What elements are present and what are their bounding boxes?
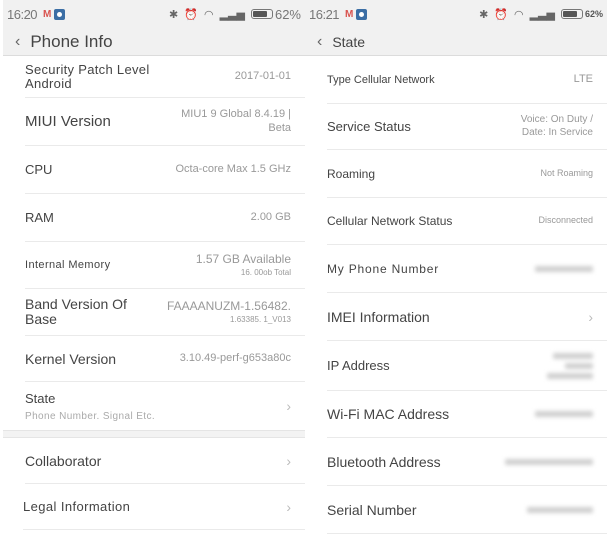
row-cellular-network-status: Cellular Network Status Disconnected	[327, 198, 607, 245]
row-kernel-version: Kernel Version 3.10.49-perf-g653a80c	[25, 336, 305, 382]
gmail-icon: M	[43, 8, 52, 20]
more-list: Collaborator › Legal Information ›	[3, 438, 305, 530]
row-label: Roaming	[327, 166, 376, 181]
row-roaming: Roaming Not Roaming	[327, 150, 607, 198]
page-title: Phone Info	[30, 31, 113, 51]
row-label: CPU	[25, 162, 53, 177]
state-screen: 16:21 M ✱ ⏰ ◠ ▂▃▅ 62% ‹ State Type Cellu…	[305, 0, 607, 539]
row-service-status: Service Status Voice: On Duty / Date: In …	[327, 104, 607, 150]
row-internal-memory: Internal Memory 1.57 GB Available 16. 00o…	[25, 242, 305, 289]
phone-info-screen: 16:20 M ✱ ⏰ ◠ ▂▃▅ 62% ‹ Phone Info Secur…	[3, 0, 305, 539]
row-serial-number: Serial Number	[327, 486, 607, 534]
row-label: Type Cellular Network	[327, 73, 435, 86]
row-label-group: State Phone Number. Signal Etc.	[25, 390, 155, 422]
redacted-value	[535, 265, 593, 272]
chevron-right-icon: ›	[286, 398, 291, 414]
redacted-value	[535, 411, 593, 417]
row-value: MIU1 9 Global 8.4.19 | Beta	[181, 107, 291, 134]
notification-app-icon	[356, 8, 368, 20]
row-label: Collaborator	[25, 452, 102, 469]
row-label: MIUI Version	[25, 113, 111, 130]
row-label: Band Version Of Base	[25, 295, 127, 327]
chevron-right-icon: ›	[588, 308, 593, 325]
notification-app-icon	[54, 8, 66, 20]
row-cpu: CPU Octa-core Max 1.5 GHz	[25, 146, 305, 194]
chevron-right-icon: ›	[286, 452, 291, 469]
row-label: Wi-Fi MAC Address	[327, 406, 450, 422]
alarm-icon: ⏰	[494, 8, 508, 21]
row-label: Serial Number	[327, 501, 417, 518]
row-imei-information[interactable]: IMEI Information ›	[327, 293, 607, 341]
row-value: 1.57 GB Available 16. 00ob Total	[195, 252, 291, 277]
battery-percent: 62%	[584, 9, 603, 19]
row-value: 3.10.49-perf-g653a80c	[179, 351, 291, 364]
bluetooth-icon: ✱	[479, 8, 489, 21]
row-label: IP Address	[327, 358, 390, 373]
row-cellular-network-type: Type Cellular Network LTE	[327, 56, 607, 104]
bluetooth-icon: ✱	[169, 8, 179, 21]
battery-percent: 62%	[274, 6, 301, 22]
row-ram: RAM 2.00 GB	[25, 194, 305, 242]
alarm-icon: ⏰	[184, 8, 198, 21]
row-security-patch: Security Patch Level Android 2017-01-01	[25, 56, 305, 98]
status-bar: 16:21 M ✱ ⏰ ◠ ▂▃▅ 62%	[305, 0, 607, 28]
row-value: Not Roaming	[540, 167, 593, 178]
signal-icon: ▂▃▅	[219, 8, 245, 21]
status-bar: 16:20 M ✱ ⏰ ◠ ▂▃▅ 62%	[3, 0, 305, 28]
wifi-icon: ◠	[513, 8, 524, 21]
section-divider	[3, 430, 305, 438]
row-state[interactable]: State Phone Number. Signal Etc. ›	[25, 382, 305, 430]
row-label: My Phone Number	[327, 261, 440, 276]
row-label: State	[25, 391, 56, 406]
row-wifi-mac-address: Wi-Fi MAC Address	[327, 391, 607, 438]
row-value: Voice: On Duty / Date: In Service	[520, 114, 593, 138]
row-label: Cellular Network Status	[327, 214, 453, 228]
row-sublabel: Phone Number. Signal Etc.	[25, 411, 156, 422]
battery-icon	[560, 9, 583, 19]
status-time: 16:21	[309, 6, 340, 22]
row-label: Internal Memory	[25, 259, 111, 271]
row-ip-address: IP Address	[327, 341, 607, 391]
gmail-icon: M	[345, 8, 354, 20]
row-bluetooth-address: Bluetooth Address	[327, 438, 607, 486]
row-value: FAAAANUZM-1.56482. 1.63385. 1_V013	[166, 299, 291, 324]
back-button[interactable]: ‹	[15, 33, 20, 51]
row-value: Octa-core Max 1.5 GHz	[175, 162, 291, 175]
row-label: Bluetooth Address	[327, 453, 441, 470]
row-label: Legal Information	[23, 499, 131, 514]
info-list: Security Patch Level Android 2017-01-01 …	[3, 56, 305, 430]
row-label: RAM	[25, 210, 54, 225]
row-legal-information[interactable]: Legal Information ›	[23, 484, 305, 530]
row-my-phone-number: My Phone Number	[327, 245, 607, 293]
row-label: Security Patch Level Android	[25, 61, 150, 91]
chevron-right-icon: ›	[286, 498, 291, 515]
redacted-value	[547, 352, 593, 379]
redacted-value	[527, 506, 593, 513]
wifi-icon: ◠	[203, 8, 214, 21]
row-label: Service Status	[327, 119, 411, 134]
row-value: 2.00 GB	[250, 210, 291, 223]
row-baseband-version: Band Version Of Base FAAAANUZM-1.56482. 1…	[25, 289, 305, 336]
row-value: 2017-01-01	[234, 69, 291, 82]
row-value: LTE	[573, 72, 593, 85]
status-time: 16:20	[7, 6, 38, 22]
page-title: State	[332, 33, 366, 50]
row-label: Kernel Version	[25, 350, 117, 367]
row-miui-version: MIUI Version MIU1 9 Global 8.4.19 | Beta	[25, 98, 305, 146]
header: ‹ State	[305, 28, 607, 56]
state-list: Type Cellular Network LTE Service Status…	[305, 56, 607, 534]
redacted-value	[505, 458, 593, 465]
row-value: Disconnected	[538, 215, 593, 226]
signal-icon: ▂▃▅	[529, 8, 555, 21]
header: ‹ Phone Info	[3, 28, 305, 56]
row-collaborator[interactable]: Collaborator ›	[25, 438, 305, 484]
back-button[interactable]: ‹	[317, 33, 322, 51]
row-label: IMEI Information	[327, 308, 430, 325]
battery-icon	[250, 9, 273, 19]
